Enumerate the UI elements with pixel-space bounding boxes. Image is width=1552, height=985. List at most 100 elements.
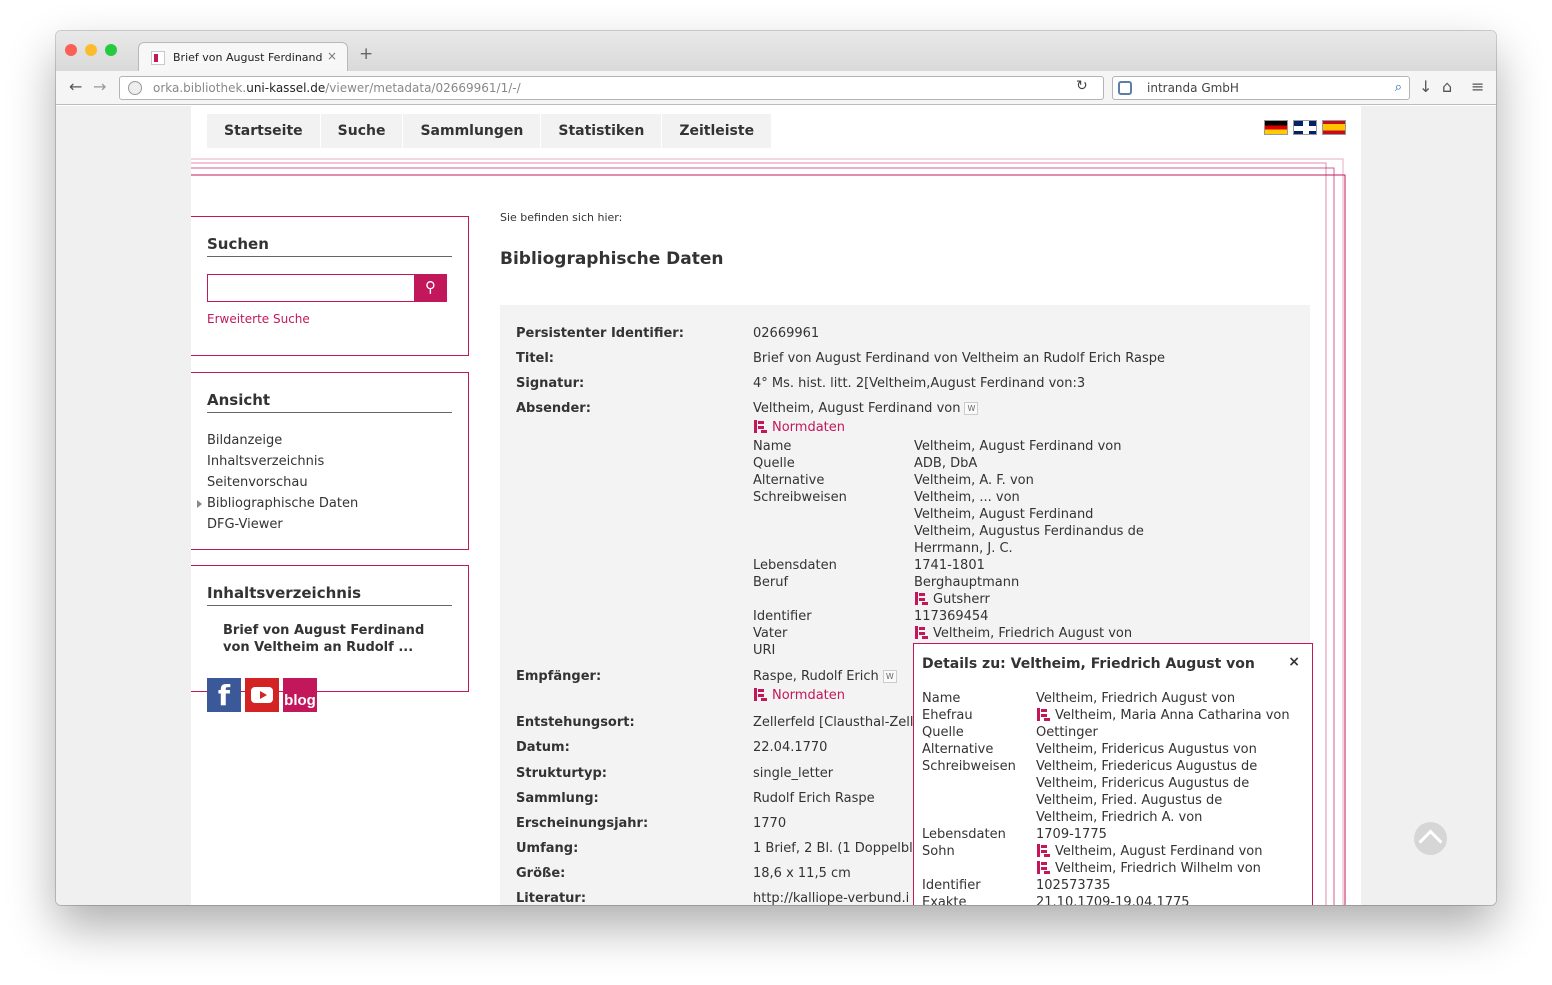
popup-alt-1: Veltheim, Friedericus Augustus de	[1036, 759, 1258, 774]
field-label-groesse: Größe:	[516, 866, 566, 881]
view-item-seitenvorschau[interactable]: Seitenvorschau	[207, 472, 452, 493]
favicon-icon	[151, 51, 165, 65]
menu-item-startseite[interactable]: Startseite	[207, 114, 321, 148]
absender-beruf-1-link[interactable]: Gutsherr	[914, 592, 990, 607]
absender-label-alt1: Alternative	[753, 473, 825, 488]
absender-alt-3: Veltheim, Augustus Ferdinandus de	[914, 524, 1144, 539]
browser-tab[interactable]: Brief von August Ferdinand vo... ×	[138, 42, 348, 72]
field-label-titel: Titel:	[516, 351, 555, 366]
browser-search-box[interactable]: intranda GmbH ⌕	[1112, 76, 1410, 100]
popup-label-sohn: Sohn	[922, 844, 955, 859]
absender-label-uri: URI	[753, 643, 776, 658]
popup-alt-0: Veltheim, Fridericus Augustus von	[1036, 742, 1257, 757]
field-value-groesse: 18,6 x 11,5 cm	[753, 866, 851, 881]
normdaten-label: Normdaten	[772, 688, 846, 703]
popup-ehefrau-line2: Oettinger	[1036, 725, 1098, 740]
view-item-dfg-viewer[interactable]: DFG-Viewer	[207, 514, 452, 535]
close-window-button[interactable]	[65, 44, 77, 56]
search-engine-text[interactable]: intranda GmbH	[1147, 81, 1239, 95]
normdaten-icon	[914, 626, 927, 639]
view-item-bildanzeige[interactable]: Bildanzeige	[207, 430, 452, 451]
popup-alt-3: Veltheim, Fried. Augustus de	[1036, 793, 1223, 808]
popup-label-ehefrau: Ehefrau	[922, 708, 973, 723]
scroll-to-top-icon[interactable]	[1414, 822, 1447, 855]
reload-icon[interactable]: ↻	[1076, 78, 1088, 94]
popup-value-exakte: 21.10.1709-19.04.1775	[1036, 895, 1190, 905]
vater-name: Veltheim, Friedrich August von	[933, 626, 1133, 641]
url-text[interactable]: orka.bibliothek.uni-kassel.de/viewer/met…	[153, 81, 521, 95]
popup-title: Details zu: Veltheim, Friedrich August v…	[922, 656, 1255, 672]
back-arrow-icon[interactable]: ←	[69, 79, 82, 95]
field-value-literatur[interactable]: http://kalliope-verbund.i	[753, 891, 909, 905]
facebook-icon[interactable]: f	[207, 678, 241, 712]
site-info-icon[interactable]	[128, 81, 142, 95]
normdaten-label: Normdaten	[772, 420, 846, 435]
toc-panel: Inhaltsverzeichnis Brief von August Ferd…	[191, 565, 469, 692]
field-label-absender: Absender:	[516, 401, 591, 416]
search-button[interactable]: ⚲	[414, 274, 447, 302]
tab-bar: Brief von August Ferdinand vo... × +	[56, 31, 1496, 72]
view-item-bibliographische-daten[interactable]: Bibliographische Daten	[197, 493, 452, 514]
menu-item-suche[interactable]: Suche	[320, 114, 404, 148]
search-panel: Suchen ⚲ Erweiterte Suche	[191, 216, 469, 356]
tab-close-icon[interactable]: ×	[327, 49, 337, 63]
popup-label-name: Name	[922, 691, 961, 706]
absender-value-lebensdaten: 1741-1801	[914, 558, 985, 573]
beruf-gutsherr: Gutsherr	[933, 592, 990, 607]
youtube-icon[interactable]	[245, 678, 279, 712]
popup-alt-4: Veltheim, Friedrich A. von	[1036, 810, 1203, 825]
wikipedia-icon[interactable]: W	[882, 670, 897, 683]
search-engine-icon[interactable]	[1118, 81, 1132, 95]
ehefrau-name: Veltheim, Maria Anna Catharina von	[1055, 708, 1290, 723]
view-list: Bildanzeige Inhaltsverzeichnis Seitenvor…	[197, 430, 452, 535]
search-go-icon[interactable]: ⌕	[1395, 80, 1402, 95]
view-heading: Ansicht	[207, 373, 452, 413]
normdaten-link-empfaenger[interactable]: Normdaten	[753, 688, 845, 703]
advanced-search-link[interactable]: Erweiterte Suche	[207, 312, 310, 326]
empfaenger-name[interactable]: Raspe, Rudolf Erich	[753, 669, 879, 684]
breadcrumb: Sie befinden sich hier:	[500, 211, 623, 224]
field-label-signatur: Signatur:	[516, 376, 585, 391]
popup-sohn-0-link[interactable]: Veltheim, August Ferdinand von	[1036, 844, 1262, 859]
minimize-window-button[interactable]	[85, 44, 97, 56]
search-heading: Suchen	[207, 217, 452, 257]
absender-value-quelle: ADB, DbA	[914, 456, 978, 471]
popup-ehefrau-link[interactable]: Veltheim, Maria Anna Catharina von	[1036, 708, 1290, 723]
toc-entry[interactable]: Brief von August Ferdinand von Veltheim …	[207, 606, 452, 656]
menu-icon[interactable]: ≡	[1471, 79, 1484, 95]
field-label-datum: Datum:	[516, 740, 570, 755]
absender-vater-link[interactable]: Veltheim, Friedrich August von	[914, 626, 1132, 641]
page-title: Bibliographische Daten	[500, 249, 724, 269]
social-links: f blog	[207, 678, 321, 712]
field-label-literatur: Literatur:	[516, 891, 587, 905]
home-icon[interactable]: ⌂	[1442, 79, 1452, 95]
search-input[interactable]	[207, 274, 415, 302]
spanish-flag-icon[interactable]	[1322, 120, 1346, 135]
popup-sohn-1-link[interactable]: Veltheim, Friedrich Wilhelm von	[1036, 861, 1261, 876]
absender-value-name: Veltheim, August Ferdinand von	[914, 439, 1122, 454]
page-container: Startseite Suche Sammlungen Statistiken …	[191, 106, 1361, 905]
address-bar[interactable]: orka.bibliothek.uni-kassel.de/viewer/met…	[119, 76, 1104, 100]
popup-close-button[interactable]: ×	[1288, 654, 1300, 670]
popup-label-quelle: Quelle	[922, 725, 964, 740]
absender-name[interactable]: Veltheim, August Ferdinand von	[753, 401, 960, 416]
field-value-datum: 22.04.1770	[753, 740, 828, 755]
new-tab-button[interactable]: +	[359, 46, 373, 63]
absender-label-name: Name	[753, 439, 792, 454]
blog-icon[interactable]: blog	[283, 678, 317, 712]
download-icon[interactable]: ↓	[1419, 79, 1432, 95]
popup-alt-2: Veltheim, Fridericus Augustus de	[1036, 776, 1250, 791]
field-label-erscheinungsjahr: Erscheinungsjahr:	[516, 816, 649, 831]
forward-arrow-icon[interactable]: →	[93, 79, 106, 95]
normdaten-link-absender[interactable]: Normdaten	[753, 420, 845, 435]
normdaten-icon	[753, 688, 766, 701]
browser-window: Brief von August Ferdinand vo... × + ← →…	[56, 31, 1496, 905]
maximize-window-button[interactable]	[105, 44, 117, 56]
wikipedia-icon[interactable]: W	[964, 402, 979, 415]
view-item-inhaltsverzeichnis[interactable]: Inhaltsverzeichnis	[207, 451, 452, 472]
popup-label-alt2: Schreibweisen	[922, 759, 1016, 774]
field-value-erscheinungsjahr: 1770	[753, 816, 787, 831]
popup-value-identifier: 102573735	[1036, 878, 1111, 893]
absender-label-alt2: Schreibweisen	[753, 490, 847, 505]
popup-label-lebensdaten: Lebensdaten	[922, 827, 1006, 842]
